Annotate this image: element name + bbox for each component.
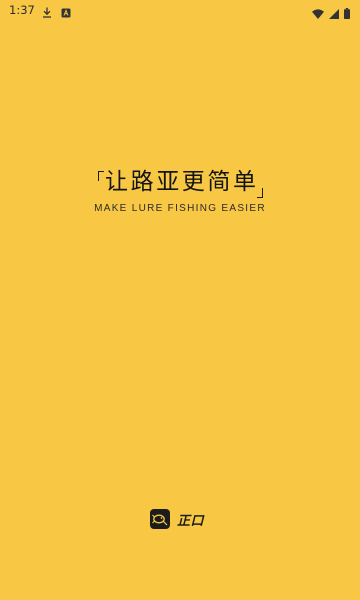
- font-icon: [61, 3, 71, 22]
- wifi-icon: [312, 4, 324, 23]
- status-system-icons: [312, 4, 350, 23]
- close-bracket-icon: [257, 188, 263, 198]
- battery-icon: [344, 4, 350, 23]
- brand: 正口: [150, 509, 204, 529]
- download-icon: [42, 3, 52, 22]
- slogan-english: MAKE LURE FISHING EASIER: [94, 203, 266, 214]
- status-bar: 1:37: [0, 0, 360, 20]
- fishing-lure-logo-icon: [150, 509, 170, 529]
- status-notification-icons: [42, 3, 71, 22]
- slogan: 让路亚更简单 MAKE LURE FISHING EASIER: [0, 165, 360, 225]
- status-time: 1:37: [9, 3, 35, 17]
- open-bracket-icon: [98, 171, 104, 181]
- brand-name: 正口: [177, 513, 205, 529]
- signal-icon: [329, 4, 339, 23]
- slogan-chinese: 让路亚更简单: [105, 169, 259, 195]
